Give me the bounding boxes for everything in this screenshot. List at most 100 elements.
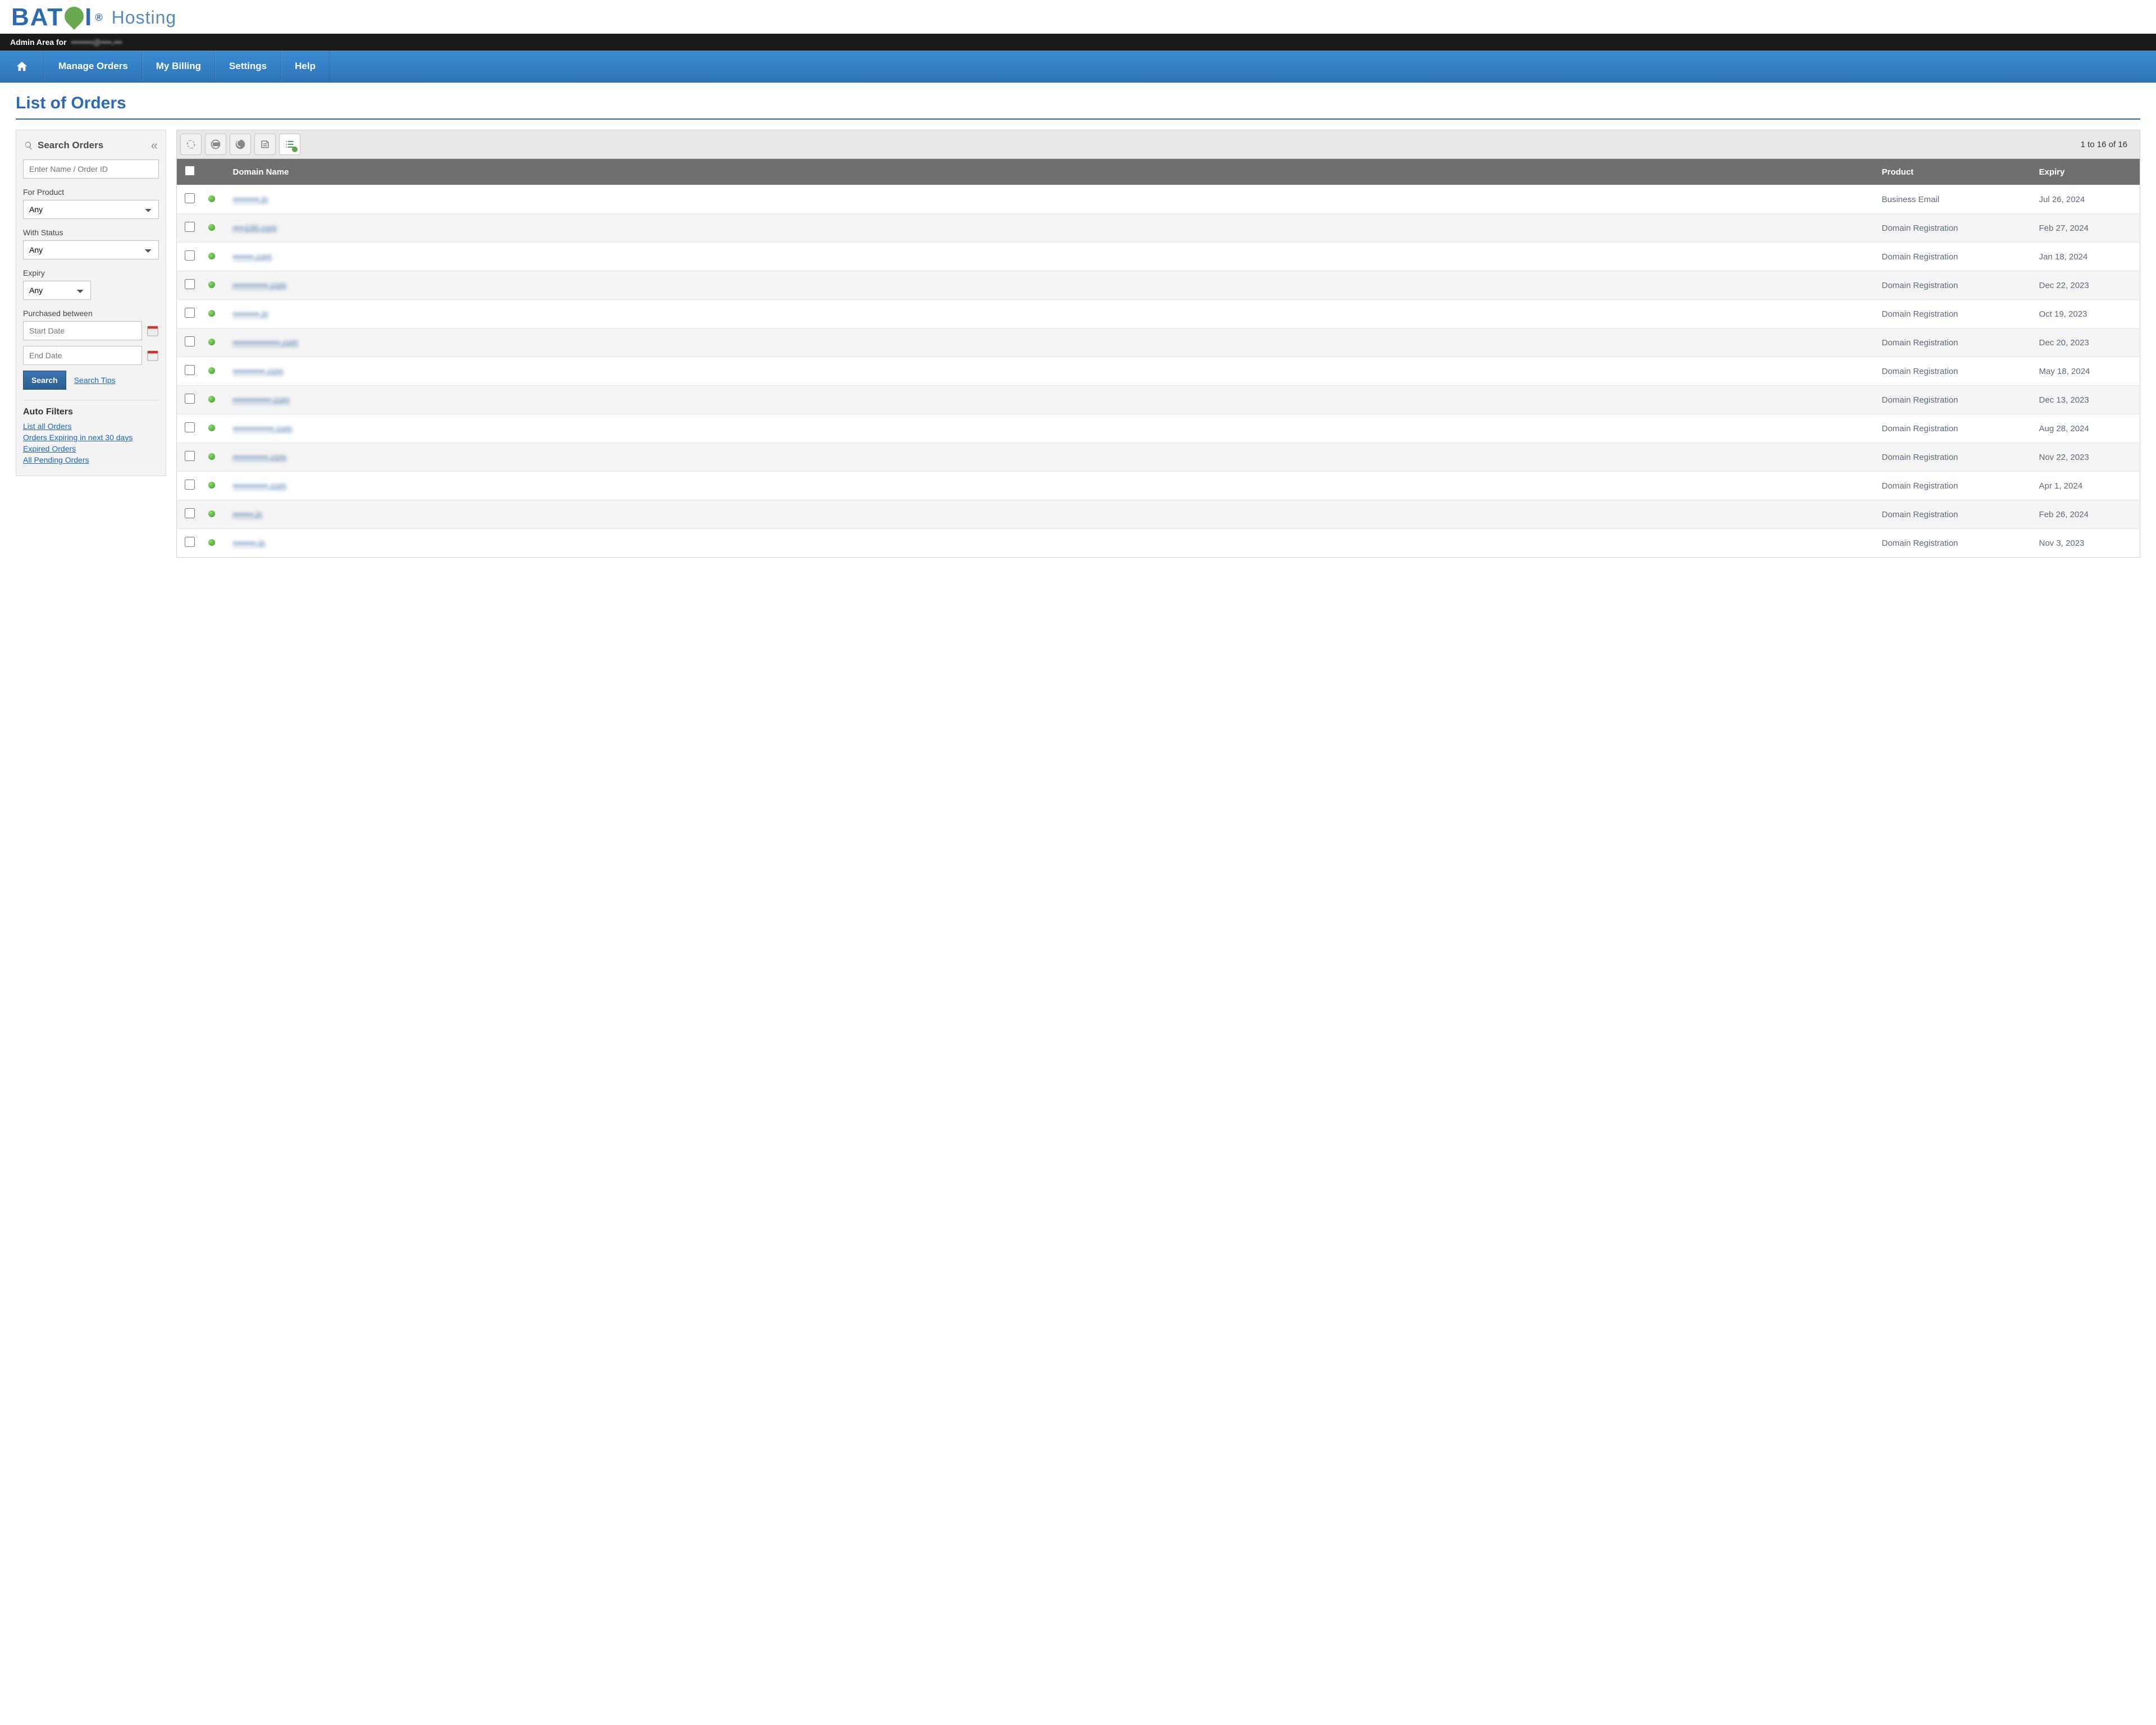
- search-tips-link[interactable]: Search Tips: [74, 376, 116, 385]
- domain-link[interactable]: •••••••••.in: [233, 195, 268, 204]
- refresh-button[interactable]: [180, 134, 202, 155]
- table-row[interactable]: •••••••••••.comDomain RegistrationMay 18…: [177, 357, 2140, 386]
- domain-link[interactable]: •••••••.in: [233, 510, 263, 519]
- row-checkbox[interactable]: [185, 308, 195, 318]
- row-domain-cell: ••••••••••••.com: [227, 443, 1876, 472]
- row-product-cell: Domain Registration: [1876, 271, 2034, 300]
- expiry-select[interactable]: Any: [23, 281, 91, 300]
- row-checkbox[interactable]: [185, 336, 195, 346]
- add-to-list-button[interactable]: [279, 134, 300, 155]
- domain-link[interactable]: ••••••••••••.com: [233, 281, 287, 290]
- logo-bar: BATI® Hosting: [0, 0, 2156, 34]
- table-row[interactable]: •••••••••.inDomain RegistrationOct 19, 2…: [177, 300, 2140, 328]
- table-row[interactable]: ••••••••••••.comDomain RegistrationDec 2…: [177, 271, 2140, 300]
- row-checkbox[interactable]: [185, 394, 195, 404]
- filter-pending[interactable]: All Pending Orders: [23, 455, 89, 464]
- for-product-select[interactable]: Any: [23, 200, 159, 219]
- bulk-edit-button[interactable]: [254, 134, 276, 155]
- table-row[interactable]: ••••••••••••.comDomain RegistrationNov 2…: [177, 443, 2140, 472]
- transfer-button[interactable]: [230, 134, 251, 155]
- row-expiry-cell: Jan 18, 2024: [2034, 243, 2140, 271]
- select-all-checkbox[interactable]: [185, 166, 195, 176]
- domain-link[interactable]: ••••••••••••••••.com: [233, 338, 299, 348]
- nav-manage-orders[interactable]: Manage Orders: [44, 51, 142, 82]
- search-icon: [24, 141, 33, 150]
- auto-filters-list: List all Orders Orders Expiring in next …: [23, 422, 159, 464]
- table-row[interactable]: •••••••.in Domain RegistrationFeb 26, 202…: [177, 500, 2140, 529]
- domain-link[interactable]: ••••••••••••.com: [233, 453, 287, 462]
- row-select-cell: [177, 357, 203, 386]
- table-row[interactable]: ••••••••••••••••.comDomain RegistrationD…: [177, 328, 2140, 357]
- domain-link[interactable]: •••••••.com: [233, 252, 272, 262]
- row-domain-cell: •••••••.in: [227, 500, 1876, 529]
- domain-link[interactable]: ••••100.com: [233, 223, 277, 233]
- table-row[interactable]: ••••••••••••••.comDomain RegistrationAug…: [177, 414, 2140, 443]
- filter-expiring-30[interactable]: Orders Expiring in next 30 days: [23, 433, 133, 442]
- row-select-cell: [177, 328, 203, 357]
- calendar-icon[interactable]: [147, 349, 159, 362]
- registered-mark: ®: [95, 12, 103, 24]
- row-domain-cell: •••••••••.in: [227, 300, 1876, 328]
- row-checkbox[interactable]: [185, 279, 195, 289]
- search-panel-title: Search Orders: [38, 140, 103, 151]
- row-domain-cell: •••••••••.in: [227, 185, 1876, 214]
- with-status-select[interactable]: Any: [23, 240, 159, 259]
- table-row[interactable]: •••••••••••••.comDomain RegistrationDec …: [177, 386, 2140, 414]
- domain-link[interactable]: •••••••••••.com: [233, 367, 284, 376]
- start-date-input[interactable]: [23, 321, 142, 340]
- nav-my-billing[interactable]: My Billing: [142, 51, 215, 82]
- row-expiry-cell: Dec 13, 2023: [2034, 386, 2140, 414]
- row-product-cell: Domain Registration: [1876, 214, 2034, 243]
- domain-link[interactable]: •••••••••••••.com: [233, 395, 290, 405]
- row-checkbox[interactable]: [185, 508, 195, 518]
- table-row[interactable]: ••••••••.inDomain RegistrationNov 3, 202…: [177, 529, 2140, 558]
- domain-link[interactable]: ••••••••••••.com: [233, 481, 287, 491]
- nav-help[interactable]: Help: [281, 51, 330, 82]
- row-expiry-cell: Dec 20, 2023: [2034, 328, 2140, 357]
- row-product-cell: Domain Registration: [1876, 529, 2034, 558]
- calendar-icon[interactable]: [147, 325, 159, 337]
- row-status-cell: [203, 271, 227, 300]
- row-product-cell: Domain Registration: [1876, 472, 2034, 500]
- title-rule: [16, 118, 2140, 120]
- search-button[interactable]: Search: [23, 371, 66, 390]
- renew-button[interactable]: [205, 134, 226, 155]
- row-expiry-cell: Feb 26, 2024: [2034, 500, 2140, 529]
- row-checkbox[interactable]: [185, 222, 195, 232]
- row-status-cell: [203, 386, 227, 414]
- row-product-cell: Domain Registration: [1876, 500, 2034, 529]
- row-status-cell: [203, 214, 227, 243]
- row-checkbox[interactable]: [185, 422, 195, 432]
- row-status-cell: [203, 500, 227, 529]
- row-checkbox[interactable]: [185, 250, 195, 261]
- domain-link[interactable]: ••••••••••••••.com: [233, 424, 293, 433]
- filter-expired[interactable]: Expired Orders: [23, 444, 76, 453]
- table-row[interactable]: •••••••••.inBusiness EmailJul 26, 2024: [177, 185, 2140, 214]
- brand-logo[interactable]: BATI® Hosting: [11, 3, 2145, 31]
- end-date-input[interactable]: [23, 346, 142, 365]
- col-domain[interactable]: Domain Name: [227, 159, 1876, 185]
- row-checkbox[interactable]: [185, 537, 195, 547]
- table-row[interactable]: •••••••.comDomain RegistrationJan 18, 20…: [177, 243, 2140, 271]
- domain-link[interactable]: ••••••••.in: [233, 539, 266, 548]
- row-checkbox[interactable]: [185, 451, 195, 461]
- globe-arrow-icon: [235, 139, 246, 150]
- content: Search Orders « For Product Any With Sta…: [0, 130, 2156, 580]
- col-expiry[interactable]: Expiry: [2034, 159, 2140, 185]
- table-row[interactable]: ••••100.comDomain RegistrationFeb 27, 20…: [177, 214, 2140, 243]
- search-name-input[interactable]: [23, 159, 159, 179]
- nav-home[interactable]: [0, 51, 44, 82]
- filter-list-all[interactable]: List all Orders: [23, 422, 71, 431]
- status-active-icon: [208, 339, 215, 345]
- collapse-icon[interactable]: «: [151, 138, 158, 153]
- row-checkbox[interactable]: [185, 480, 195, 490]
- main-nav: Manage Orders My Billing Settings Help: [0, 51, 2156, 83]
- col-product[interactable]: Product: [1876, 159, 2034, 185]
- row-checkbox[interactable]: [185, 193, 195, 203]
- note-edit-icon: [259, 139, 271, 150]
- row-checkbox[interactable]: [185, 365, 195, 375]
- domain-link[interactable]: •••••••••.in: [233, 309, 268, 319]
- row-expiry-cell: Nov 22, 2023: [2034, 443, 2140, 472]
- nav-settings[interactable]: Settings: [215, 51, 281, 82]
- table-row[interactable]: ••••••••••••.comDomain RegistrationApr 1…: [177, 472, 2140, 500]
